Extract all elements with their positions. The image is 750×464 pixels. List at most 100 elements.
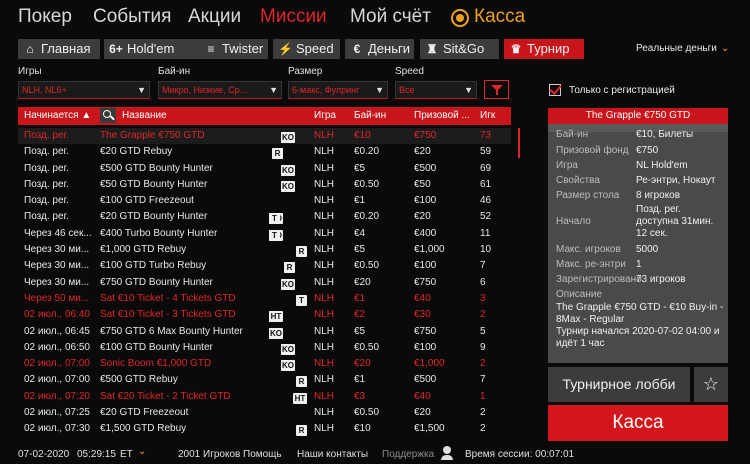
badge-icon: KO [281, 343, 295, 355]
table-row[interactable]: 02 июл., 06:50 €100 GTD Bounty Hunter NLH €… [18, 340, 511, 356]
chevron-down-icon: ▼ [464, 85, 473, 95]
cell-buyin: €1 [354, 292, 366, 304]
cell-players: 2 [480, 407, 486, 419]
cell-start: 02 июл., 06:45 [24, 325, 90, 337]
badge-icon: R [272, 148, 283, 160]
help-link[interactable]: Помощь [243, 449, 282, 460]
nav-my-account[interactable]: Мой счёт [350, 6, 431, 28]
detail-value: Ре-энтри, Нокаут [636, 175, 716, 186]
tab-label: Hold'em [127, 41, 175, 56]
cell-name: €100 GTD Bounty Hunter [100, 341, 213, 353]
nav-events[interactable]: События [93, 6, 171, 28]
chevron-down-icon[interactable]: ⌄ [138, 446, 146, 457]
trophy-icon: ♜ [426, 42, 438, 56]
home-icon: ⌂ [26, 42, 34, 56]
col-prize[interactable]: Призовой ... [414, 110, 470, 121]
badge-icon: KO [281, 278, 295, 290]
favorite-star-icon[interactable]: ☆ [694, 367, 728, 402]
cell-players: 2 [480, 309, 486, 321]
cell-players: 10 [480, 244, 492, 256]
table-row[interactable]: Позд. рег. €500 GTD Bounty Hunter NLH €5 €50… [18, 161, 511, 177]
registration-only-label: Только с регистрацией [569, 85, 675, 96]
table-header: Начинается ▲ Название Игра Бай-ин Призов… [18, 107, 511, 125]
support-agent-icon[interactable] [440, 445, 454, 461]
nav-missions[interactable]: Миссии [260, 6, 327, 28]
tab-twister[interactable]: ≡ Twister [199, 39, 268, 59]
detail-value: €750 [636, 145, 659, 156]
cell-players: 6 [480, 276, 486, 288]
support-link[interactable]: Поддержка [382, 449, 434, 460]
nav-poker[interactable]: Покер [18, 6, 72, 28]
session-time: Время сессии: 00:07:01 [465, 449, 575, 460]
search-icon[interactable] [100, 108, 116, 123]
table-row[interactable]: 02 июл., 06:40 Sat €10 Ticket - 3 Tickets… [18, 307, 511, 323]
col-buyin[interactable]: Бай-ин [354, 110, 386, 121]
cell-buyin: €5 [354, 162, 366, 174]
tab-sitgo[interactable]: ♜ Sit&Go [420, 39, 499, 59]
table-row[interactable]: Через 30 ми... €100 GTD Turbo Rebuy NLH €0.… [18, 258, 511, 274]
table-row[interactable]: Через 46 сек... €400 Turbo Bounty Hunter N… [18, 226, 511, 242]
table-row[interactable]: Позд. рег.€20 GTD RebuyNLH€0.20€20596TR [18, 144, 511, 160]
registration-only-checkbox[interactable] [549, 84, 561, 96]
filter-size-select[interactable]: 6-макс, Фулринг ▼ [288, 81, 388, 99]
coin-icon[interactable] [451, 9, 469, 27]
filter-icon[interactable] [484, 80, 509, 99]
table-row[interactable]: 02 июл., 07:00 €500 GTD Rebuy NLH €1 €500 7 R [18, 372, 511, 388]
table-row[interactable]: Через 30 ми... €1,000 GTD Rebuy NLH €5 €1,00… [18, 242, 511, 258]
filter-buyin-select[interactable]: Микро, Низкие, Ср... ▼ [158, 81, 282, 99]
cell-game: NLH [314, 227, 335, 239]
table-row[interactable]: Через 50 ми... Sat €10 Ticket - 4 Tickets… [18, 291, 511, 307]
cell-start: Позд. рег. [24, 146, 69, 158]
tab-home[interactable]: ⌂ Главная [18, 39, 100, 59]
scrollbar[interactable] [518, 128, 520, 158]
cell-game: NLH [314, 341, 335, 353]
cell-game: NLH [314, 146, 335, 158]
table-row[interactable]: 02 июл., 07:25 €20 GTD Freezeout NLH €0.50 €… [18, 405, 511, 421]
cell-prize: €1,000 [414, 244, 445, 256]
tab-holdem[interactable]: 6+ Hold'em [104, 39, 209, 59]
cell-game: NLH [314, 423, 335, 435]
table-row[interactable]: 02 июл., 07:00 Sonic Boom €1,000 GTD NLH €2… [18, 356, 511, 372]
nav-promotions[interactable]: Акции [188, 6, 241, 28]
tab-speed[interactable]: ⚡ Speed [273, 39, 340, 59]
table-row[interactable]: Позд. рег. €50 GTD Bounty Hunter NLH €0.50 €… [18, 177, 511, 193]
table-row[interactable]: Позд. рег. €20 GTD Bounty Hunter NLH €0.20 €… [18, 209, 511, 225]
table-row[interactable]: Позд. рег. €100 GTD Freezeout NLH €1 €100 46 [18, 193, 511, 209]
table-row[interactable]: 02 июл., 07:30 €1,500 GTD Rebuy NLH €10 €1,5… [18, 421, 511, 437]
nav-cashier[interactable]: Касса [474, 6, 525, 28]
table-row[interactable]: Позд. рег. The Grapple €750 GTD NLH €10 €750… [18, 128, 511, 145]
col-name[interactable]: Название [122, 110, 167, 121]
twister-icon: ≡ [207, 42, 215, 56]
cell-players: 46 [480, 195, 492, 207]
top-navigation: Покер События Акции Миссии Мой счёт Касс… [0, 0, 750, 36]
cashier-button[interactable]: Касса [548, 405, 728, 441]
cell-players: 5 [480, 325, 486, 337]
cell-name: €750 GTD Bounty Hunter [100, 276, 213, 288]
status-timezone[interactable]: ET [120, 449, 133, 460]
tab-tournament[interactable]: ♛ Турнир [504, 39, 584, 59]
tab-money[interactable]: € Деньги [345, 39, 414, 59]
tournament-lobby-button[interactable]: Турнирное лобби [548, 367, 690, 402]
real-money-selector[interactable]: Реальные деньги ⌄ [636, 43, 729, 54]
cell-buyin: €4 [354, 227, 366, 239]
cell-prize: €20 [414, 407, 431, 419]
badge-icon: KO [281, 132, 295, 143]
col-start[interactable]: Начинается ▲ [24, 110, 91, 121]
contacts-link[interactable]: Наши контакты [297, 449, 368, 460]
cell-prize: €40 [414, 292, 431, 304]
col-players[interactable]: Игк [480, 110, 495, 121]
chevron-down-icon: ⌄ [720, 43, 730, 54]
table-row[interactable]: 02 июл., 06:45 €750 GTD 6 Max Bounty Hunt… [18, 324, 511, 340]
table-row[interactable]: 02 июл., 07:20 Sat €20 Ticket - 2 Ticket … [18, 389, 511, 405]
col-game[interactable]: Игра [314, 110, 336, 121]
filter-games-select[interactable]: NLH, NL6+ ▼ [18, 81, 150, 99]
detail-value: 8 игроков [636, 190, 681, 201]
cell-players: 7 [480, 260, 486, 272]
cell-start: Позд. рег. [24, 162, 69, 174]
cell-name: €400 Turbo Bounty Hunter [100, 227, 218, 239]
filter-speed-select[interactable]: Все ▼ [395, 81, 477, 99]
table-row[interactable]: Через 30 ми... €750 GTD Bounty Hunter NLH €… [18, 275, 511, 291]
cell-prize: €100 [414, 195, 437, 207]
detail-key: Бай-ин [556, 129, 589, 140]
cell-prize: €30 [414, 309, 431, 321]
